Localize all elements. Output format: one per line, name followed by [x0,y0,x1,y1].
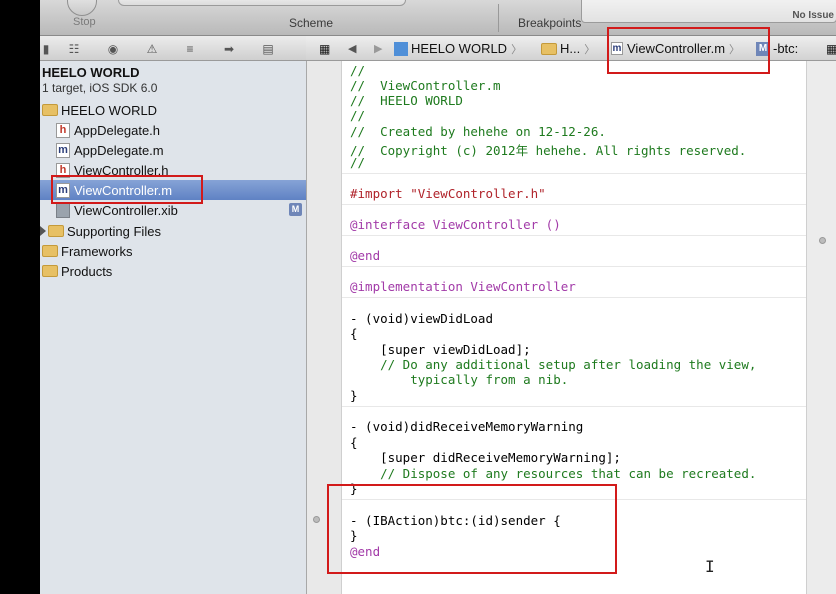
code-line: // [350,155,366,170]
tree-item-label: AppDelegate.m [74,142,164,158]
scheme-selector[interactable] [118,0,406,6]
folder-icon [42,104,58,116]
code-line: @implementation ViewController [350,279,576,294]
tree-item-label: AppDelegate.h [74,122,161,138]
scheme-label: Scheme [289,16,334,30]
text-cursor-icon: I [705,557,715,576]
code-line: // [350,108,366,123]
stop-label: Stop [73,16,96,28]
activity-viewer: No Issue [581,0,836,23]
breakpoint-navigator-icon[interactable]: ➡ [221,41,237,56]
gutter-connection-icon[interactable] [313,516,320,523]
tree-item-file[interactable]: h AppDelegate.h [40,120,306,140]
tree-item-label: Supporting Files [67,223,161,239]
code-line: #import "ViewController.h" [350,186,546,201]
tree-item-label: HEELO WORLD [61,102,158,118]
section-separator [342,173,806,174]
issue-navigator-icon[interactable]: ⚠ [144,41,160,56]
section-separator [342,406,806,407]
navigator-selector-bar: ▮ ☷ ◉ ⚠ ≡ ➡ ▤ [40,36,306,61]
xib-file-icon [56,202,70,218]
section-separator [342,297,806,298]
tree-item-label: Frameworks [61,243,133,259]
search-navigator-icon[interactable]: ◉ [105,41,121,56]
issues-status: No Issue [792,10,834,21]
code-line: { [350,435,358,450]
section-separator [342,204,806,205]
folder-icon [42,265,58,277]
tree-item-group[interactable]: Supporting Files [40,221,306,241]
assistant-editor-icon[interactable]: ▦ [826,36,836,61]
highlight-navigator-file [51,175,203,204]
project-icon [394,41,408,56]
stop-button[interactable] [67,0,97,16]
breakpoints-label: Breakpoints [518,16,582,30]
project-title: HEELO WORLD [42,65,140,80]
jump-symbol-label: -btc: [773,41,799,56]
tree-item-group[interactable]: Products [40,261,306,281]
toolbar-divider [498,4,499,32]
code-line: // HEELO WORLD [350,93,463,108]
code-line: typically from a nib. [350,372,569,387]
tree-item-label: Products [61,263,113,279]
folder-icon [541,42,557,55]
modified-badge: M [289,203,302,216]
jump-project-label: HEELO WORLD [411,41,508,56]
code-line: - (void)viewDidLoad [350,311,493,326]
code-line: { [350,326,358,341]
h-file-icon: h [56,122,70,138]
code-line: // Do any additional setup after loading… [350,357,757,372]
code-line: } [350,388,358,403]
folder-icon [42,245,58,257]
tree-item-label: ViewController.xib [74,202,178,218]
code-line: @interface ViewController () [350,217,561,232]
log-navigator-icon[interactable]: ▤ [260,41,276,56]
back-arrow-icon[interactable]: ◀ [348,36,356,61]
code-line: // ViewController.m [350,78,501,93]
folder-icon [48,225,64,237]
jump-separator-icon: 〉 [584,43,596,56]
m-file-icon: m [56,142,70,158]
code-line: // [350,63,366,78]
project-navigator: ▮ ☷ ◉ ⚠ ≡ ➡ ▤ HEELO WORLD 1 target, iOS … [40,36,306,594]
disclosure-triangle-icon[interactable] [40,226,46,236]
code-line: [super didReceiveMemoryWarning]; [350,450,621,465]
editor-right-margin [806,61,836,594]
project-navigator-icon[interactable]: ▮ [38,41,54,56]
code-line: [super viewDidLoad]; [350,342,531,357]
section-separator [342,235,806,236]
tree-item-group[interactable]: HEELO WORLD [40,100,306,120]
code-line: @end [350,248,381,263]
code-line: // Created by hehehe on 12-12-26. [350,124,606,139]
code-line: // Copyright (c) 2012年 hehehe. All right… [350,143,747,158]
forward-arrow-icon[interactable]: ▶ [374,36,382,61]
tree-item-group[interactable]: Frameworks [40,241,306,261]
symbol-navigator-icon[interactable]: ☷ [66,41,82,56]
related-files-icon[interactable]: ▦ [319,36,330,61]
scroll-marker-icon[interactable] [819,237,826,244]
debug-navigator-icon[interactable]: ≡ [182,41,198,56]
jump-separator-icon: 〉 [511,43,523,56]
code-line: - (void)didReceiveMemoryWarning [350,419,584,434]
jump-project[interactable]: HEELO WORLD 〉 [394,36,522,61]
jump-group[interactable]: H... 〉 [541,36,595,61]
project-subtitle: 1 target, iOS SDK 6.0 [42,81,158,95]
code-line: // Dispose of any resources that can be … [350,466,757,481]
tree-item-file[interactable]: m AppDelegate.m [40,140,306,160]
section-separator [342,266,806,267]
highlight-ibaction-code [327,484,617,574]
highlight-jumpbar-file [607,27,770,74]
jump-group-label: H... [560,41,581,56]
